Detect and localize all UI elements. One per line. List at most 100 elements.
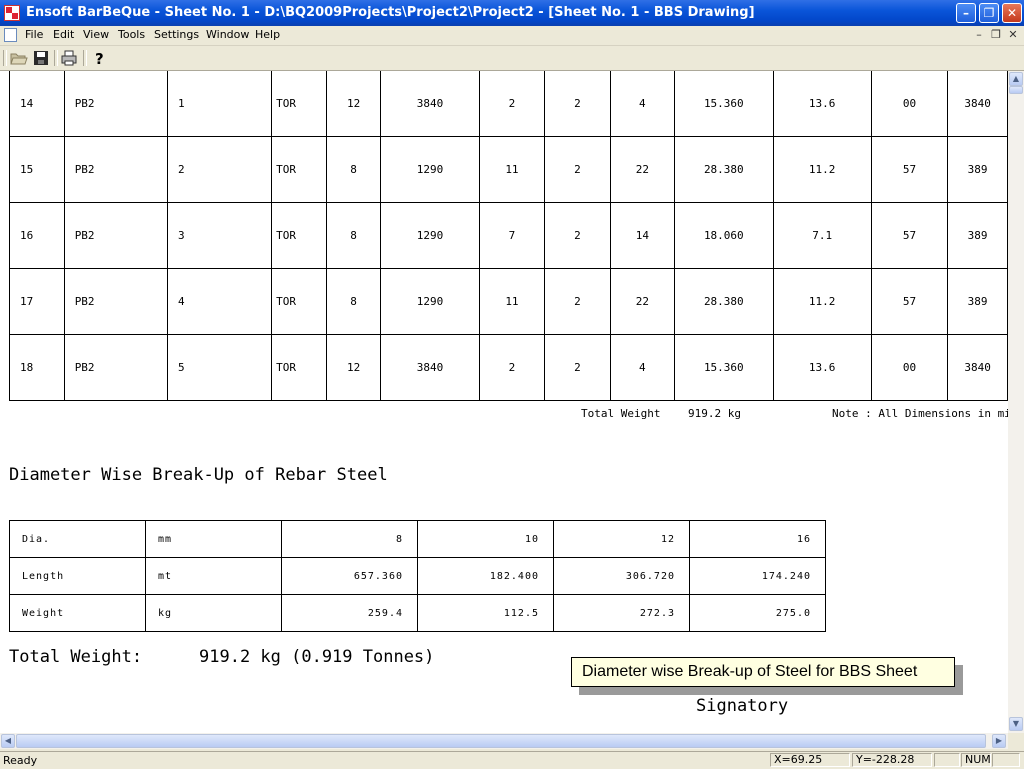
breakup-unit: mt	[145, 557, 282, 595]
bbs-cell-no: 11	[478, 268, 546, 335]
vertical-scroll-thumb[interactable]	[1009, 86, 1023, 94]
bbs-cell-set: 2	[544, 71, 611, 137]
bbs-row: 17 PB2 4 TOR 8 1290 11 2 22 28.380 11.2 57 389	[9, 268, 1008, 335]
bbs-cell-dia: 8	[325, 136, 382, 203]
breakup-row: Weight kg 259.4 112.5 272.3 275.0	[9, 594, 826, 632]
y-coordinate: Y=-228.28	[852, 753, 932, 767]
document-icon[interactable]	[4, 28, 17, 42]
mdi-restore-button[interactable]: ❐	[989, 28, 1003, 42]
drawing-canvas[interactable]: 14 PB2 1 TOR 12 3840 2 2 4 15.360 13.6 00 3840 15 PB2 2…	[0, 71, 1008, 733]
bbs-cell-b: 3840	[947, 71, 1008, 137]
scroll-down-button[interactable]: ▼	[1009, 717, 1023, 731]
title-bar[interactable]: Ensoft BarBeQue - Sheet No. 1 - D:\BQ200…	[0, 0, 1024, 26]
breakup-unit: mm	[145, 520, 282, 558]
breakup-label: Dia.	[9, 520, 146, 558]
svg-text:?: ?	[95, 50, 104, 67]
bbs-cell-member: PB2	[63, 202, 168, 269]
menu-window[interactable]: Window	[206, 28, 249, 41]
bbs-row: 16 PB2 3 TOR 8 1290 7 2 14 18.060 7.1 57 389	[9, 202, 1008, 269]
mdi-minimize-button[interactable]: –	[972, 28, 986, 42]
open-folder-icon[interactable]	[10, 49, 28, 67]
bbs-row: 15 PB2 2 TOR 8 1290 11 2 22 28.380 11.2 57 389	[9, 136, 1008, 203]
bbs-cell-total: 14	[609, 202, 676, 269]
bbs-cell-a: 00	[870, 71, 949, 137]
close-button[interactable]: ✕	[1002, 3, 1022, 23]
bbs-cell-sr: 14	[9, 71, 65, 137]
bbs-cell-member: PB2	[63, 136, 168, 203]
vertical-scrollbar[interactable]: ▲ ▼	[1008, 71, 1024, 733]
bbs-row: 14 PB2 1 TOR 12 3840 2 2 4 15.360 13.6 00 3840	[9, 71, 1008, 137]
status-bar: Ready X=69.25 Y=-228.28 NUM	[0, 751, 1024, 769]
bbs-cell-mark: 3	[166, 202, 273, 269]
breakup-value: 174.240	[689, 557, 826, 595]
bbs-cell-type: TOR	[271, 202, 327, 269]
status-text: Ready	[3, 754, 38, 767]
breakup-value: 182.400	[417, 557, 554, 595]
app-icon[interactable]	[4, 5, 20, 21]
bbs-cell-a: 00	[870, 334, 949, 401]
dimensions-note: Note : All Dimensions in mill	[832, 407, 1008, 420]
menu-file[interactable]: File	[25, 28, 43, 41]
breakup-unit: kg	[145, 594, 282, 632]
bbs-cell-mark: 1	[166, 71, 273, 137]
scroll-left-button[interactable]: ◀	[1, 734, 15, 748]
help-icon[interactable]: ?	[90, 49, 108, 67]
bbs-cell-a: 57	[870, 136, 949, 203]
scroll-up-button[interactable]: ▲	[1009, 72, 1023, 86]
mdi-close-button[interactable]: ✕	[1006, 28, 1020, 42]
breakup-row: Dia. mm 8 10 12 16	[9, 520, 826, 558]
menu-tools[interactable]: Tools	[118, 28, 145, 41]
menu-bar: File Edit View Tools Settings Window Hel…	[0, 26, 1024, 46]
scroll-right-button[interactable]: ▶	[992, 734, 1006, 748]
menu-help[interactable]: Help	[255, 28, 280, 41]
breakup-value: 306.720	[553, 557, 690, 595]
bbs-cell-dia: 8	[325, 202, 382, 269]
breakup-value: 259.4	[281, 594, 418, 632]
total-weight-label: Total Weight	[581, 407, 661, 420]
total-weight-tonnes: 919.2 kg (0.919 Tonnes)	[199, 647, 435, 667]
bbs-cell-dia: 8	[325, 268, 382, 335]
toolbar-grip	[3, 50, 7, 66]
horizontal-scroll-thumb[interactable]	[16, 734, 986, 748]
bbs-row: 18 PB2 5 TOR 12 3840 2 2 4 15.360 13.6 00 3840	[9, 334, 1008, 401]
diameter-breakup-table: Dia. mm 8 10 12 16 Length mt 657.360 182.400 306.7…	[9, 520, 826, 632]
maximize-button[interactable]: ❐	[979, 3, 999, 23]
bbs-cell-total: 4	[609, 71, 676, 137]
bbs-cell-type: TOR	[271, 136, 327, 203]
bbs-cell-set: 2	[544, 136, 611, 203]
breakup-value: 16	[689, 520, 826, 558]
bbs-cell-length: 1290	[380, 136, 480, 203]
menu-view[interactable]: View	[83, 28, 109, 41]
bbs-cell-tlength: 28.380	[674, 268, 774, 335]
bbs-cell-total: 22	[609, 268, 676, 335]
menu-edit[interactable]: Edit	[53, 28, 74, 41]
horizontal-scrollbar[interactable]: ◀ ▶	[0, 733, 1008, 749]
window-title: Ensoft BarBeQue - Sheet No. 1 - D:\BQ200…	[26, 5, 755, 20]
print-icon[interactable]	[60, 49, 78, 67]
bbs-cell-sr: 15	[9, 136, 65, 203]
bbs-cell-weight: 11.2	[772, 136, 872, 203]
bbs-cell-b: 389	[947, 202, 1008, 269]
bbs-cell-sr: 16	[9, 202, 65, 269]
bbs-cell-set: 2	[544, 268, 611, 335]
bbs-cell-set: 2	[544, 202, 611, 269]
bbs-cell-weight: 11.2	[772, 268, 872, 335]
breakup-value: 10	[417, 520, 554, 558]
menu-settings[interactable]: Settings	[154, 28, 199, 41]
bbs-cell-total: 22	[609, 136, 676, 203]
bbs-cell-b: 3840	[947, 334, 1008, 401]
toolbar-separator	[83, 50, 87, 66]
bbs-cell-sr: 17	[9, 268, 65, 335]
minimize-button[interactable]: –	[956, 3, 976, 23]
tooltip: Diameter wise Break-up of Steel for BBS …	[571, 657, 955, 687]
bbs-cell-length: 3840	[380, 71, 480, 137]
bbs-cell-no: 2	[478, 71, 546, 137]
bbs-cell-no: 11	[478, 136, 546, 203]
status-scrl	[992, 753, 1020, 767]
breakup-value: 275.0	[689, 594, 826, 632]
breakup-label: Length	[9, 557, 146, 595]
save-icon[interactable]	[32, 49, 50, 67]
bbs-cell-type: TOR	[271, 71, 327, 137]
bbs-cell-length: 1290	[380, 202, 480, 269]
bbs-cell-set: 2	[544, 334, 611, 401]
